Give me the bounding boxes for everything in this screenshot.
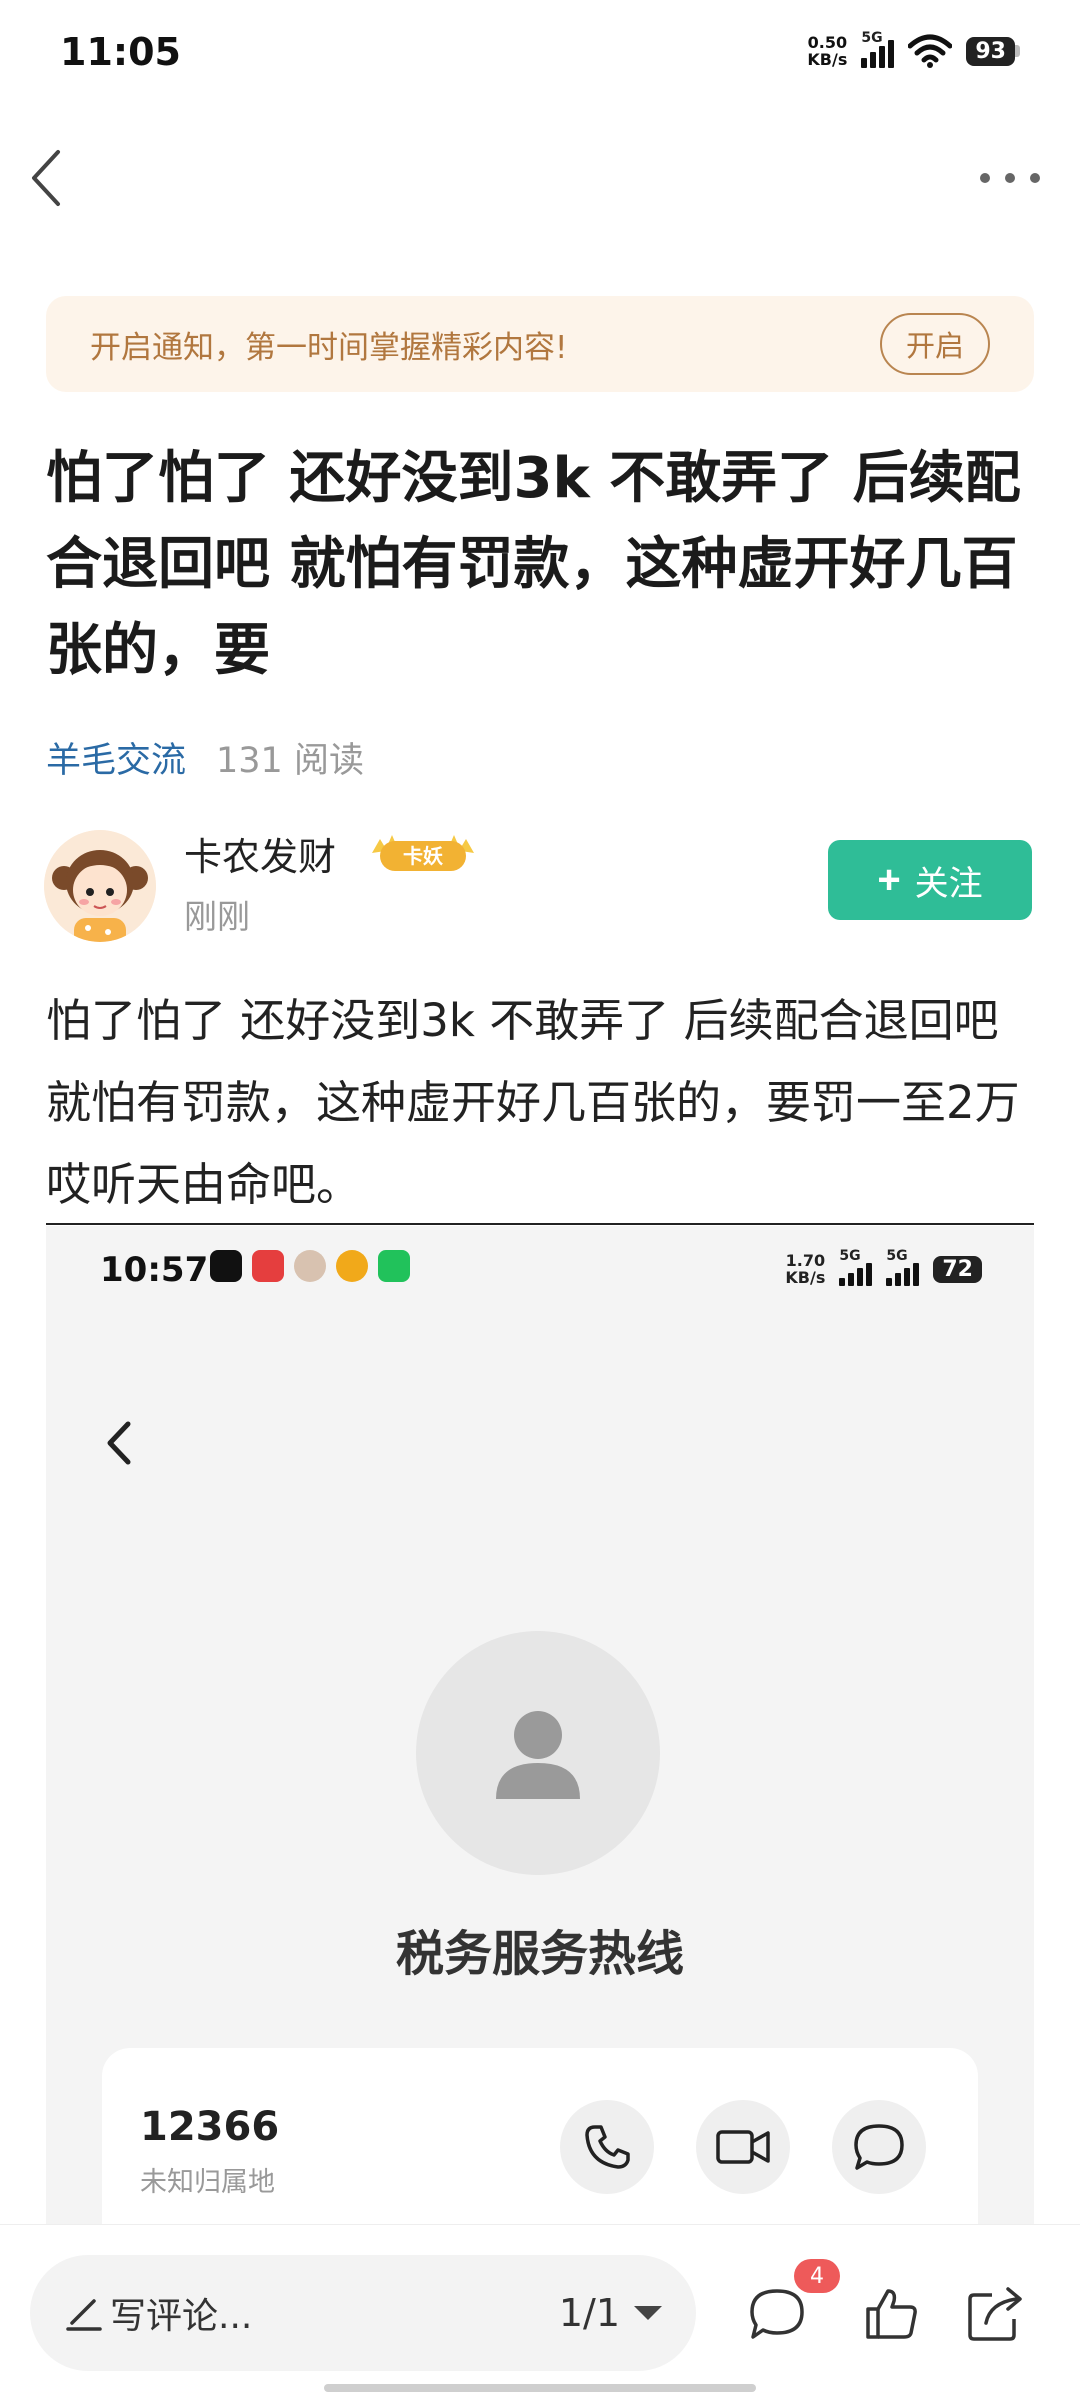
post-body: 怕了怕了 还好没到3k 不敢弄了 后续配合退回吧 就怕有罚款，这种虚开好几百张的…: [46, 994, 1020, 1211]
notification-banner: 开启通知，第一时间掌握精彩内容! 开启: [46, 296, 1034, 392]
author-avatar[interactable]: [44, 830, 156, 942]
phone-call-icon: [560, 2100, 654, 2194]
author-level-badge: 卡妖: [372, 835, 474, 871]
douyin-icon: [210, 1250, 242, 1282]
image-battery-icon: 72: [933, 1255, 982, 1283]
follow-button[interactable]: + 关注: [828, 840, 1032, 920]
post-meta: 羊毛交流 131 阅读: [46, 732, 364, 783]
author-name[interactable]: 卡农发财: [184, 826, 336, 881]
share-icon[interactable]: [964, 2283, 1026, 2345]
comment-input[interactable]: 写评论... 1/1: [30, 2255, 696, 2371]
post-time: 刚刚: [184, 897, 250, 936]
more-options-icon[interactable]: [980, 160, 1040, 196]
enable-notification-button[interactable]: 开启: [879, 313, 990, 375]
image-signal-icon-1: 5G: [839, 1248, 873, 1286]
status-indicators: 0.50 KB/s 5G 93: [807, 30, 1020, 69]
avatar-icon: [294, 1250, 326, 1282]
person-icon: [496, 1711, 580, 1799]
svg-text:卡妖: 卡妖: [403, 844, 443, 868]
status-time: 11:05: [60, 30, 181, 74]
caret-down-icon[interactable]: [634, 2306, 662, 2320]
category-link[interactable]: 羊毛交流: [46, 732, 186, 783]
image-signal-icon-2: 5G: [886, 1248, 920, 1286]
phone-location: 未知归属地: [140, 2167, 275, 2198]
home-indicator[interactable]: [324, 2384, 756, 2392]
image-back-arrow-icon: [107, 1421, 131, 1465]
wifi-icon: [908, 34, 953, 68]
bottom-action-bar: 写评论... 1/1 4: [0, 2224, 1080, 2400]
battery-icon: 93: [966, 36, 1020, 66]
image-status-time: 10:57: [100, 1250, 209, 1290]
wechat-icon: [378, 1250, 410, 1282]
back-arrow-icon[interactable]: [24, 146, 74, 210]
read-count: 131 阅读: [216, 741, 364, 781]
divider: [46, 1223, 1034, 1225]
like-icon[interactable]: [860, 2283, 922, 2345]
weibo-icon: [336, 1250, 368, 1282]
contact-avatar: [416, 1631, 660, 1875]
page-indicator[interactable]: 1/1: [559, 2291, 620, 2335]
message-icon: [832, 2100, 926, 2194]
comment-icon[interactable]: [746, 2283, 808, 2345]
pencil-icon: [66, 2299, 102, 2331]
comment-placeholder: 写评论...: [110, 2296, 253, 2337]
post-title: 怕了怕了 还好没到3k 不敢弄了 后续配合退回吧 就怕有罚款，这种虚开好几百张的…: [46, 446, 1021, 683]
post-image[interactable]: 10:57 1.70 KB/s 5G 5G 72 税务服务热线 12366 未知…: [46, 1226, 1034, 2226]
video-call-icon: [696, 2100, 790, 2194]
comment-count-badge: 4: [794, 2259, 840, 2293]
app-icon-red: [252, 1250, 284, 1282]
image-status-indicators: 1.70 KB/s 5G 5G 72: [785, 1248, 982, 1286]
contact-name: 税务服务热线: [395, 1926, 684, 1982]
phone-number: 12366: [140, 2104, 280, 2150]
image-notification-icons: [210, 1250, 410, 1282]
notification-text: 开启通知，第一时间掌握精彩内容!: [90, 329, 568, 366]
plus-icon: +: [877, 857, 901, 902]
network-speed: 0.50 KB/s: [807, 33, 848, 69]
cellular-signal-icon: 5G: [861, 30, 895, 68]
contact-card: 12366 未知归属地: [102, 2048, 978, 2226]
status-bar: 11:05 0.50 KB/s 5G 93: [0, 0, 1080, 110]
